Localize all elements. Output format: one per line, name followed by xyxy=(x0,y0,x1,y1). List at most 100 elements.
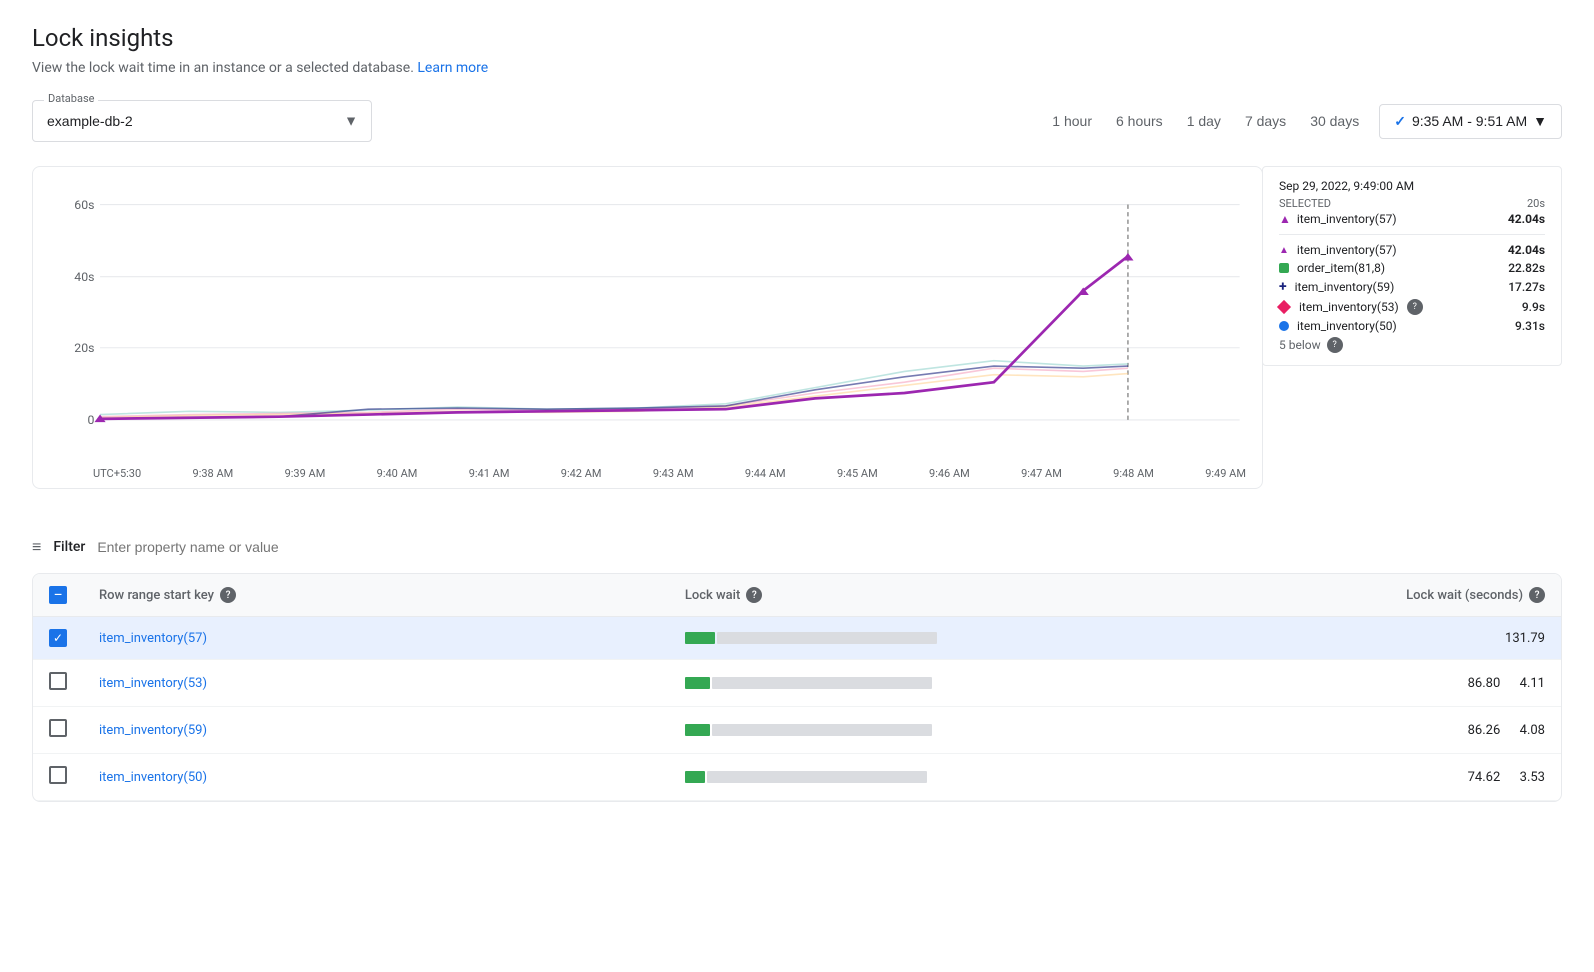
filter-label: Filter xyxy=(53,539,85,555)
row-value-cell-4: 74.62 3.53 xyxy=(969,754,1561,801)
row-link-cell-3: item_inventory(59) xyxy=(83,707,669,754)
legend-label-5: item_inventory(50) xyxy=(1297,319,1397,333)
time-btn-6hours[interactable]: 6 hours xyxy=(1104,105,1175,137)
row-bar-cell-4 xyxy=(669,754,969,801)
data-table: Row range start key ? Lock wait ? Lock w… xyxy=(33,574,1561,801)
legend-icon-3: + xyxy=(1279,279,1287,295)
bar-gray-2 xyxy=(712,677,932,689)
filter-row: ≡ Filter xyxy=(32,537,1562,557)
legend-value-2: 22.82s xyxy=(1508,261,1545,275)
th-lock-wait-seconds: Lock wait (seconds) ? xyxy=(969,574,1561,617)
learn-more-link[interactable]: Learn more xyxy=(417,60,488,76)
row-lock-wait-seconds-4: 3.53 xyxy=(1520,770,1545,785)
database-select-wrapper: Database example-db-2 example-db-1 ▼ xyxy=(32,100,372,142)
row-link-3[interactable]: item_inventory(59) xyxy=(99,723,207,738)
table-row: item_inventory(50) 74.62 3.53 xyxy=(33,754,1561,801)
tooltip-selected-label: SELECTED xyxy=(1279,197,1331,210)
row-checkbox-2[interactable] xyxy=(49,672,67,690)
row-link-cell-2: item_inventory(53) xyxy=(83,660,669,707)
legend-value-1: 42.04s xyxy=(1508,243,1545,257)
row-checkbox-cell-3[interactable] xyxy=(33,707,83,754)
lock-wait-help-icon[interactable]: ? xyxy=(746,587,762,603)
time-btn-30days[interactable]: 30 days xyxy=(1298,105,1371,137)
tooltip-selected-value: 20s xyxy=(1527,197,1545,210)
row-checkbox-cell-4[interactable] xyxy=(33,754,83,801)
tooltip-item-label: item_inventory(57) xyxy=(1297,212,1397,226)
row-checkbox-4[interactable] xyxy=(49,766,67,784)
legend-item-5: item_inventory(50) 9.31s xyxy=(1279,319,1545,333)
legend-icon-2 xyxy=(1279,263,1289,273)
row-lock-wait-2: 86.80 xyxy=(1468,676,1501,691)
row-bar-cell-3 xyxy=(669,707,969,754)
page-title: Lock insights xyxy=(32,24,1562,52)
row-range-help-icon[interactable]: ? xyxy=(220,587,236,603)
legend-list: ▲ item_inventory(57) 42.04s order_item(8… xyxy=(1279,243,1545,353)
row-bar-1 xyxy=(685,632,953,644)
row-checkbox-3[interactable] xyxy=(49,719,67,737)
legend-item-2: order_item(81,8) 22.82s xyxy=(1279,261,1545,275)
controls-row: Database example-db-2 example-db-1 ▼ 1 h… xyxy=(32,100,1562,142)
row-lock-wait-3: 86.26 xyxy=(1468,723,1501,738)
legend-label-2: order_item(81,8) xyxy=(1297,261,1385,275)
legend-below-help-icon[interactable]: ? xyxy=(1327,337,1343,353)
legend-help-4[interactable]: ? xyxy=(1407,299,1423,315)
row-link-2[interactable]: item_inventory(53) xyxy=(99,676,207,691)
legend-label-1: item_inventory(57) xyxy=(1297,243,1397,257)
time-range-label: 9:35 AM - 9:51 AM xyxy=(1412,113,1527,129)
time-btn-1hour[interactable]: 1 hour xyxy=(1040,105,1104,137)
filter-input[interactable] xyxy=(97,539,1562,555)
row-link-4[interactable]: item_inventory(50) xyxy=(99,770,207,785)
th-lock-wait-label: Lock wait xyxy=(685,588,741,603)
lock-wait-seconds-help-icon[interactable]: ? xyxy=(1529,587,1545,603)
tooltip-selected-item: ▲ item_inventory(57) 42.04s xyxy=(1279,212,1545,226)
filter-icon: ≡ xyxy=(32,537,41,557)
chart-x-labels: UTC+5:30 9:38 AM 9:39 AM 9:40 AM 9:41 AM… xyxy=(33,463,1262,488)
row-link-cell-4: item_inventory(50) xyxy=(83,754,669,801)
header-checkbox[interactable] xyxy=(49,586,67,604)
dropdown-arrow-icon: ▼ xyxy=(1533,113,1547,129)
time-btn-1day[interactable]: 1 day xyxy=(1175,105,1233,137)
svg-text:60s: 60s xyxy=(74,198,94,212)
database-label: Database xyxy=(44,92,98,105)
th-checkbox xyxy=(33,574,83,617)
row-value-cell-1: 131.79 xyxy=(969,617,1561,660)
svg-text:0: 0 xyxy=(88,413,95,427)
bar-gray-1 xyxy=(717,632,937,644)
legend-value-5: 9.31s xyxy=(1515,319,1545,333)
chart-svg: 60s 40s 20s 0 xyxy=(33,183,1262,463)
chart-section: 60s 40s 20s 0 xyxy=(32,166,1263,489)
legend-icon-4 xyxy=(1277,300,1291,314)
row-lock-wait-4: 74.62 xyxy=(1468,770,1501,785)
row-bar-cell-1 xyxy=(669,617,969,660)
bar-green-4 xyxy=(685,771,705,783)
legend-item-4: item_inventory(53) ? 9.9s xyxy=(1279,299,1545,315)
row-link-1[interactable]: item_inventory(57) xyxy=(99,631,207,646)
table-body: item_inventory(57) 131.79 xyxy=(33,617,1561,801)
page-subtitle: View the lock wait time in an instance o… xyxy=(32,60,1562,76)
legend-label-4: item_inventory(53) xyxy=(1299,300,1399,314)
table-header-row: Row range start key ? Lock wait ? Lock w… xyxy=(33,574,1561,617)
row-lock-wait-1: 131.79 xyxy=(1505,631,1545,646)
tooltip-time: Sep 29, 2022, 9:49:00 AM xyxy=(1279,179,1545,193)
tooltip-divider xyxy=(1279,234,1545,235)
time-btn-7days[interactable]: 7 days xyxy=(1233,105,1298,137)
legend-item-1: ▲ item_inventory(57) 42.04s xyxy=(1279,243,1545,257)
tooltip-triangle-icon: ▲ xyxy=(1279,212,1291,226)
chart-container: 60s 40s 20s 0 xyxy=(33,183,1262,463)
database-select[interactable]: example-db-2 example-db-1 xyxy=(32,100,372,142)
table-container: Row range start key ? Lock wait ? Lock w… xyxy=(32,573,1562,802)
bar-green-1 xyxy=(685,632,715,644)
row-bar-3 xyxy=(685,724,953,736)
row-checkbox-cell-1[interactable] xyxy=(33,617,83,660)
row-lock-wait-seconds-2: 4.11 xyxy=(1520,676,1545,691)
row-checkbox-1[interactable] xyxy=(49,629,67,647)
row-bar-2 xyxy=(685,677,953,689)
row-value-cell-3: 86.26 4.08 xyxy=(969,707,1561,754)
time-range-button[interactable]: ✓ 9:35 AM - 9:51 AM ▼ xyxy=(1379,104,1562,139)
legend-icon-1: ▲ xyxy=(1279,245,1289,256)
page-container: Lock insights View the lock wait time in… xyxy=(0,0,1594,826)
checkmark-icon: ✓ xyxy=(1394,113,1406,130)
row-bar-4 xyxy=(685,771,953,783)
row-checkbox-cell-2[interactable] xyxy=(33,660,83,707)
row-value-cell-2: 86.80 4.11 xyxy=(969,660,1561,707)
